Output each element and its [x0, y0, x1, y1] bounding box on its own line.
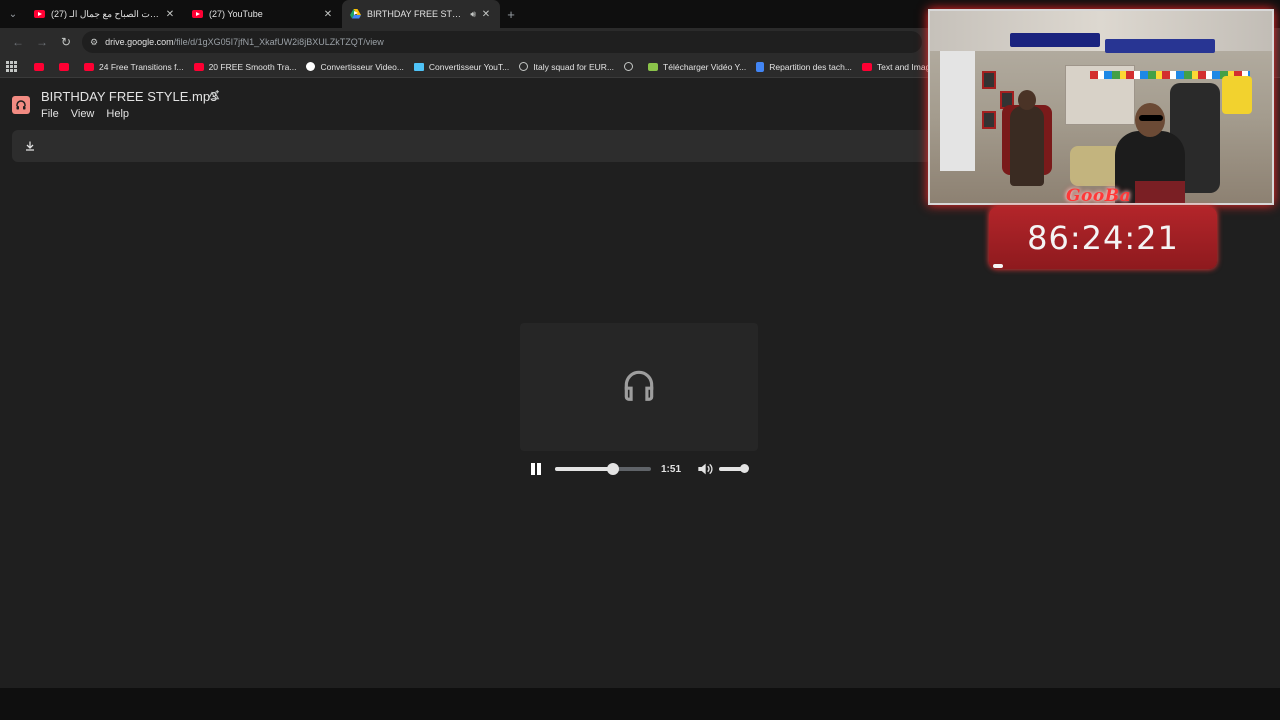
youtube-icon — [34, 62, 44, 71]
url-host: drive.google.com — [105, 37, 174, 47]
webcam-jersey — [1222, 76, 1252, 114]
close-tab-icon[interactable]: ✕ — [480, 9, 492, 20]
timer-value: 86:24:21 — [1027, 219, 1179, 257]
streamer-name: GooBa — [1066, 186, 1132, 206]
taskbar — [0, 688, 1280, 720]
elapsed-time: 1:51 — [661, 463, 682, 475]
tab-search-icon[interactable]: ⌄ — [0, 0, 26, 28]
youtube-icon — [84, 62, 94, 71]
youtube-icon — [59, 62, 69, 71]
screen: ⌄ (27) فيروزيات الصباح مع جمال الـ ✕ (27… — [0, 0, 1280, 720]
volume-handle[interactable] — [739, 464, 749, 473]
docs-icon — [756, 61, 765, 72]
audio-file-icon — [12, 96, 30, 114]
menu-bar: File View Help — [41, 108, 129, 120]
youtube-icon — [861, 62, 872, 71]
back-icon[interactable]: ← — [6, 30, 30, 54]
seek-slider[interactable] — [555, 463, 651, 475]
bookmark-item[interactable]: Repartition des tach... — [756, 61, 852, 72]
bookmark-item[interactable] — [34, 62, 49, 71]
bookmark-item[interactable] — [624, 62, 638, 71]
audio-preview-card — [520, 323, 758, 451]
globe-icon — [519, 62, 529, 71]
seek-handle[interactable] — [606, 463, 619, 475]
bookmark-item[interactable]: 20 FREE Smooth Tra... — [193, 62, 296, 72]
download-icon — [648, 62, 659, 71]
streamer-webcam — [928, 9, 1274, 205]
forward-icon[interactable]: → — [30, 30, 54, 54]
timer-progress — [993, 264, 1003, 268]
bookmark-item[interactable]: Italy squad for EUR... — [519, 62, 614, 72]
menu-help[interactable]: Help — [106, 108, 129, 120]
subathon-timer: 86:24:21 — [989, 207, 1217, 269]
menu-file[interactable]: File — [41, 108, 59, 120]
youtube-icon — [192, 10, 203, 18]
google-icon — [306, 62, 316, 71]
download-icon[interactable] — [20, 136, 40, 156]
webcam-person — [1010, 90, 1044, 186]
action-bar — [12, 130, 932, 162]
apps-grid-icon[interactable] — [6, 60, 18, 73]
tab-title: BIRTHDAY FREE STYLE.mp3 — [367, 9, 466, 19]
tab-youtube-fairuz[interactable]: (27) فيروزيات الصباح مع جمال الـ ✕ — [26, 0, 184, 28]
globe-icon — [624, 62, 634, 71]
menu-view[interactable]: View — [71, 108, 95, 120]
webcam-scarf — [1105, 39, 1215, 53]
new-tab-button[interactable]: + — [500, 0, 522, 28]
webcam-frame — [982, 111, 996, 129]
site-info-icon[interactable]: ⚙︎ — [90, 37, 98, 48]
file-title: BIRTHDAY FREE STYLE.mp3 — [41, 89, 218, 104]
bookmark-item[interactable]: Télécharger Vidéo Y... — [648, 62, 746, 72]
bookmark-item[interactable] — [59, 62, 74, 71]
webcam-scarf — [1010, 33, 1100, 47]
url-path: /file/d/1gXG05I7jfN1_XkafUW2i8jBXULZkTZQ… — [173, 37, 384, 47]
webcam-door — [940, 51, 975, 171]
youtube-icon — [34, 10, 45, 18]
webcam-frame — [982, 71, 996, 89]
tab-youtube[interactable]: (27) YouTube ✕ — [184, 0, 342, 28]
audio-playing-icon[interactable]: 🔊︎ — [470, 9, 476, 20]
tab-title: (27) YouTube — [209, 9, 263, 19]
reload-icon[interactable]: ↻ — [54, 30, 78, 54]
google-drive-icon — [350, 9, 361, 19]
webcam-ceiling — [930, 11, 1272, 51]
webcam-table — [1135, 181, 1185, 203]
add-shortcut-icon[interactable] — [207, 89, 220, 105]
bookmark-item[interactable]: Convertisseur Video... — [306, 62, 404, 72]
tab-title: (27) فيروزيات الصباح مع جمال الـ — [51, 8, 160, 19]
close-tab-icon[interactable]: ✕ — [164, 9, 176, 20]
tab-drive-file[interactable]: BIRTHDAY FREE STYLE.mp3 🔊︎ ✕ — [342, 0, 500, 28]
youtube-icon — [193, 62, 204, 71]
bookmark-item[interactable]: Convertisseur YouT... — [413, 62, 509, 72]
volume-slider[interactable] — [719, 464, 749, 473]
volume-icon[interactable] — [697, 462, 713, 476]
converter-icon — [413, 62, 424, 71]
pause-button[interactable] — [530, 462, 544, 476]
address-bar[interactable]: ⚙︎ drive.google.com/file/d/1gXG05I7jfN1_… — [82, 31, 922, 53]
close-tab-icon[interactable]: ✕ — [322, 9, 334, 20]
seek-progress — [555, 467, 613, 471]
audio-controls: 1:51 — [520, 457, 760, 481]
bookmark-item[interactable]: 24 Free Transitions f... — [84, 62, 184, 72]
headphones-icon — [620, 366, 658, 409]
